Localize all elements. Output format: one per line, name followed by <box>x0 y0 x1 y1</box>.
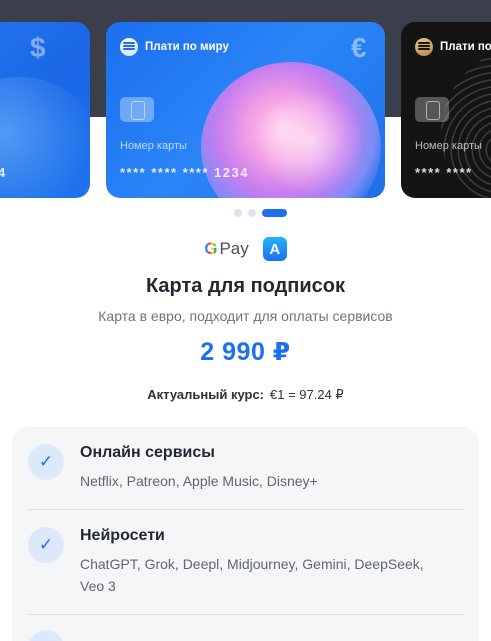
product-subtitle: Карта в евро, подходит для оплаты сервис… <box>98 308 393 324</box>
feature-item-ai: ✓ Нейросети ChatGPT, Grok, Deepl, Midjou… <box>28 527 464 607</box>
card-dollar[interactable]: $ 4 <box>0 22 90 198</box>
appstore-icon: A <box>262 237 287 261</box>
pagination-dot-active[interactable] <box>262 209 287 217</box>
brand-logo-icon <box>415 38 433 56</box>
check-icon: ✓ <box>28 527 64 563</box>
payment-methods: G Pay A <box>0 237 491 261</box>
exchange-rate: Актуальный курс: €1 = 97.24 ₽ <box>0 387 491 403</box>
card-brand: Плати по миру <box>120 38 229 56</box>
product-price: 2 990 ₽ <box>200 338 291 366</box>
card-brand-label: Плати по ми <box>440 41 491 53</box>
card-art <box>0 77 90 198</box>
divider <box>28 509 464 510</box>
features-list: ✓ Онлайн сервисы Netflix, Patreon, Apple… <box>12 427 479 641</box>
card-number-label: Номер карты <box>120 140 187 152</box>
pagination-dot[interactable] <box>248 209 256 217</box>
carousel-pagination <box>0 209 491 217</box>
check-icon: ✓ <box>28 444 64 480</box>
feature-description: Netflix, Patreon, Apple Music, Disney+ <box>80 473 318 489</box>
card-brand: Плати по ми <box>415 38 491 56</box>
card-black[interactable]: Плати по ми Номер карты **** **** <box>401 22 491 198</box>
card-art-highlight <box>256 82 366 198</box>
card-number-label: Номер карты <box>415 140 482 152</box>
brand-logo-icon <box>120 38 138 56</box>
feature-description: ChatGPT, Grok, Deepl, Midjourney, Gemini… <box>80 556 424 594</box>
pagination-dot[interactable] <box>234 209 242 217</box>
check-icon: ✓ <box>28 630 64 641</box>
google-g-icon: G <box>204 239 218 258</box>
card-brand-label: Плати по миру <box>145 41 229 53</box>
chip-icon <box>415 97 449 122</box>
appstore-glyph: A <box>269 240 281 258</box>
subscription-card-page: $ 4 Плати по миру € Номер карты **** ***… <box>0 0 491 641</box>
card-euro[interactable]: Плати по миру € Номер карты **** **** **… <box>106 22 385 198</box>
feature-title: Нейросети <box>80 527 165 544</box>
exchange-rate-label: Актуальный курс: <box>147 387 265 402</box>
feature-item-partial: ✓ <box>28 630 464 641</box>
feature-title: Онлайн сервисы <box>80 444 215 461</box>
card-number: 4 <box>0 165 6 180</box>
card-carousel[interactable]: $ 4 Плати по миру € Номер карты **** ***… <box>0 22 491 200</box>
divider <box>28 614 464 615</box>
google-pay-label: Pay <box>219 239 249 258</box>
card-number: **** **** **** 1234 <box>120 165 249 180</box>
card-number: **** **** <box>415 165 473 180</box>
exchange-rate-value: €1 = 97.24 ₽ <box>270 387 344 402</box>
feature-item-online-services: ✓ Онлайн сервисы Netflix, Patreon, Apple… <box>28 444 464 504</box>
product-title: Карта для подписок <box>145 275 346 297</box>
chip-icon <box>120 97 154 122</box>
google-pay-logo: G Pay <box>204 239 249 259</box>
euro-icon: € <box>351 32 367 63</box>
dollar-icon: $ <box>30 32 46 63</box>
